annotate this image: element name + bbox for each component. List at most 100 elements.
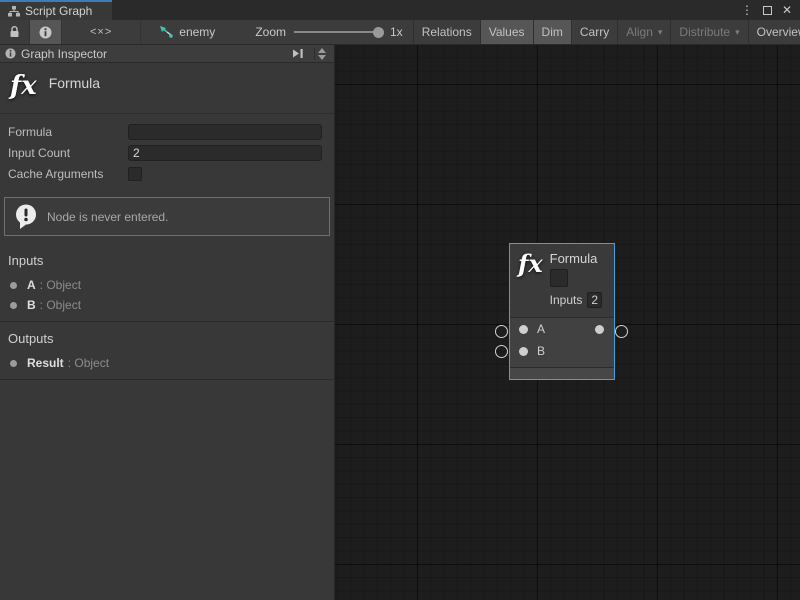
port-bullet-icon	[10, 282, 17, 289]
node-header-column: Formula Inputs 2	[550, 251, 602, 317]
hierarchy-icon	[8, 6, 20, 17]
port-bullet-icon	[10, 302, 17, 309]
input-port-a-dot[interactable]	[519, 325, 528, 334]
node-title: Formula	[550, 251, 602, 266]
variables-button[interactable]: <×>	[62, 20, 141, 44]
node-formula-input[interactable]	[550, 269, 568, 287]
chevron-down-icon: ▾	[658, 27, 663, 38]
external-port-b-icon[interactable]	[495, 345, 508, 358]
close-icon[interactable]: ✕	[782, 4, 792, 16]
selected-node-title-block: fx Formula	[0, 63, 334, 114]
graph-breadcrumb[interactable]: enemy	[141, 20, 227, 44]
node-inputs-label: Inputs	[550, 293, 583, 307]
external-port-a-icon[interactable]	[495, 325, 508, 338]
warning-text: Node is never entered.	[47, 210, 168, 224]
cache-arguments-row: Cache Arguments	[0, 164, 334, 184]
selected-node-title: Formula	[49, 73, 100, 91]
graph-inspector-panel: Graph Inspector fx Formula	[0, 45, 335, 600]
port-name: A	[27, 278, 36, 292]
carry-button[interactable]: Carry	[571, 20, 617, 44]
window-controls: ⋮ ✕	[733, 0, 800, 20]
inspector-toggle-button[interactable]	[30, 20, 62, 44]
inputs-section-header: Inputs	[0, 244, 334, 275]
distribute-label: Distribute	[679, 25, 730, 39]
graph-toolbar: <×> enemy Zoom 1x Relations Values Dim C…	[0, 20, 800, 45]
relations-button[interactable]: Relations	[413, 20, 480, 44]
titlebar-spacer	[112, 0, 733, 20]
dim-label: Dim	[542, 25, 563, 39]
zoom-control: Zoom 1x	[227, 20, 412, 44]
formula-node-body: A B	[510, 318, 614, 367]
align-dropdown[interactable]: Align ▾	[617, 20, 670, 44]
warning-box: Node is never entered.	[4, 197, 330, 236]
input-port-b: B : Object	[0, 295, 334, 315]
input-port-a: A : Object	[0, 275, 334, 295]
chevron-up-icon	[318, 48, 326, 53]
outputs-section-header: Outputs	[0, 322, 334, 353]
tab-label: Script Graph	[25, 4, 92, 18]
zoom-slider-handle[interactable]	[373, 27, 384, 38]
input-count-field-row: Input Count	[0, 143, 334, 163]
node-port-row-b: B	[510, 340, 614, 362]
cache-arguments-label: Cache Arguments	[8, 167, 128, 181]
external-port-result-icon[interactable]	[615, 325, 628, 338]
graph-inspector-header: Graph Inspector	[0, 45, 334, 63]
fx-icon: fx	[518, 251, 543, 317]
zoom-slider[interactable]	[294, 31, 382, 33]
port-name: Result	[27, 356, 64, 370]
script-graph-window: Script Graph ⋮ ✕	[0, 0, 800, 600]
node-inputs-count[interactable]: 2	[587, 292, 602, 308]
dock-panel-icon[interactable]	[291, 48, 305, 59]
section-divider	[0, 379, 334, 380]
lock-icon	[9, 26, 20, 38]
title-bar: Script Graph ⋮ ✕	[0, 0, 800, 20]
formula-node-header[interactable]: fx Formula Inputs 2	[510, 244, 614, 318]
port-label: A	[537, 322, 545, 336]
carry-label: Carry	[580, 25, 609, 39]
node-inputs-row: Inputs 2	[550, 292, 602, 308]
output-port-result: Result : Object	[0, 353, 334, 373]
port-type: : Object	[40, 298, 81, 312]
formula-field-row: Formula	[0, 122, 334, 142]
input-count-label: Input Count	[8, 146, 128, 160]
maximize-icon[interactable]	[763, 6, 772, 15]
formula-input[interactable]	[128, 124, 322, 140]
zoom-value: 1x	[390, 25, 403, 39]
toolbar-buttons: Relations Values Dim Carry Align ▾ Distr…	[413, 20, 800, 44]
port-type: : Object	[40, 278, 81, 292]
code-x-icon: <×>	[90, 26, 112, 38]
relations-label: Relations	[422, 25, 472, 39]
formula-node-footer	[510, 367, 614, 379]
main-area: Graph Inspector fx Formula	[0, 45, 800, 600]
inspector-title: Graph Inspector	[21, 47, 107, 61]
node-settings: Formula Input Count Cache Arguments	[0, 114, 334, 189]
node-port-row-a: A	[510, 318, 614, 340]
tab-script-graph[interactable]: Script Graph	[0, 0, 112, 20]
formula-node[interactable]: fx Formula Inputs 2 A	[509, 243, 615, 380]
input-count-input[interactable]	[128, 145, 322, 161]
warning-icon	[13, 203, 39, 230]
info-icon	[5, 48, 16, 59]
port-label: B	[537, 344, 545, 358]
lock-button[interactable]	[0, 20, 30, 44]
chevron-down-icon: ▾	[735, 27, 740, 38]
formula-field-label: Formula	[8, 125, 128, 139]
chevron-down-icon	[318, 55, 326, 60]
port-type: : Object	[68, 356, 109, 370]
port-bullet-icon	[10, 360, 17, 367]
window-menu-icon[interactable]: ⋮	[741, 4, 753, 16]
graph-icon	[159, 26, 173, 39]
distribute-dropdown[interactable]: Distribute ▾	[670, 20, 747, 44]
output-port-dot[interactable]	[595, 325, 604, 334]
panel-spinner[interactable]	[314, 48, 329, 60]
values-button[interactable]: Values	[480, 20, 533, 44]
fx-icon: fx	[10, 73, 37, 99]
input-port-b-dot[interactable]	[519, 347, 528, 356]
overview-label: Overview	[757, 25, 800, 39]
dim-button[interactable]: Dim	[533, 20, 571, 44]
values-label: Values	[489, 25, 525, 39]
cache-arguments-checkbox[interactable]	[128, 167, 142, 181]
info-icon	[39, 26, 52, 39]
graph-canvas[interactable]: fx Formula Inputs 2 A	[335, 45, 800, 600]
overview-button[interactable]: Overview	[748, 20, 800, 44]
